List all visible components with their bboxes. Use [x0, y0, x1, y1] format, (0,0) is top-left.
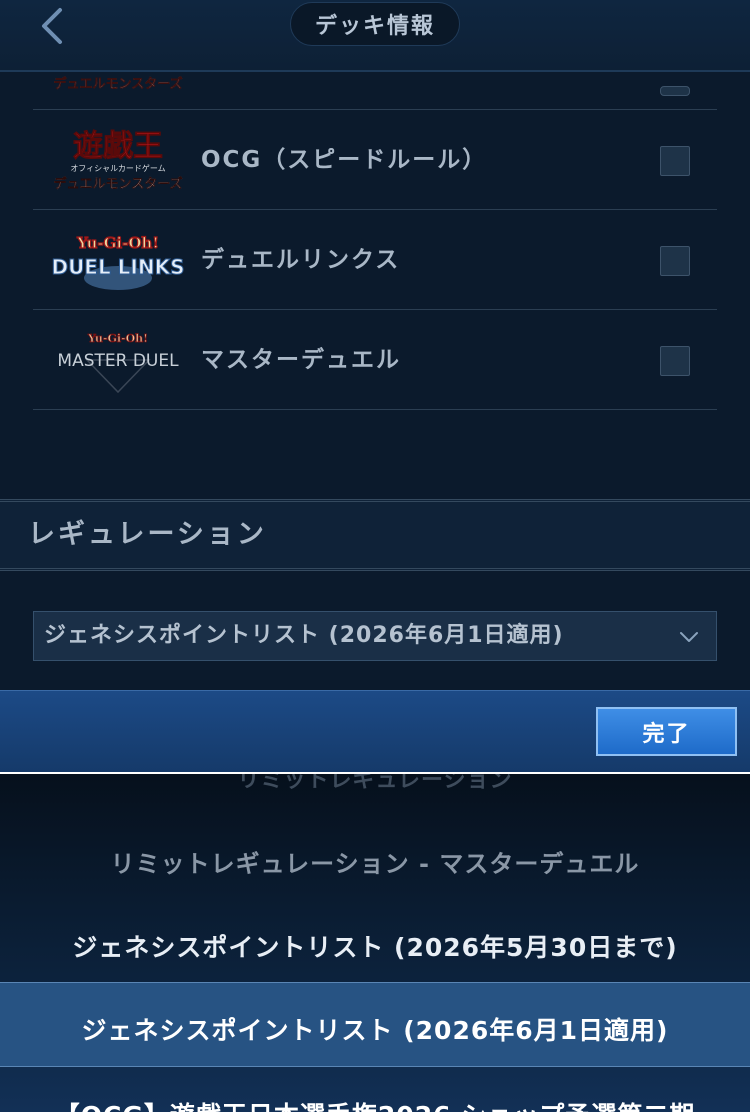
format-checkbox[interactable] — [660, 86, 690, 96]
done-button[interactable]: 完了 — [596, 707, 737, 756]
yugioh-ocg-logo: 遊戯王 オフィシャルカードゲーム デュエルモンスターズ — [53, 129, 182, 193]
format-checkbox[interactable] — [660, 246, 690, 276]
regulation-picker[interactable]: リミットレギュレーション リミットレギュレーション - マスターデュエル ジェネ… — [0, 772, 750, 1112]
chevron-down-icon — [680, 632, 698, 642]
format-row-master-duel[interactable]: Yu-Gi-Oh! MASTER DUEL マスターデュエル — [33, 310, 717, 410]
svg-text:オフィシャルカードゲーム: オフィシャルカードゲーム — [70, 163, 165, 173]
app-header: デッキ情報 — [0, 0, 750, 72]
picker-option-selected[interactable]: ジェネシスポイントリスト (2026年6月1日適用) — [0, 1011, 750, 1047]
format-label: OCG（スピードルール） — [201, 147, 488, 173]
picker-option[interactable]: 【OCG】遊戯王日本選手権2026 ショップ予選第二期 — [0, 1096, 750, 1112]
picker-toolbar: 完了 — [0, 690, 750, 772]
regulation-select[interactable]: ジェネシスポイントリスト (2026年6月1日適用) — [33, 611, 717, 661]
svg-text:デュエルモンスターズ: デュエルモンスターズ — [53, 176, 182, 192]
regulation-selected-value: ジェネシスポイントリスト (2026年6月1日適用) — [44, 623, 564, 648]
picker-option[interactable]: リミットレギュレーション — [0, 774, 750, 794]
duel-links-logo: Yu-Gi-Oh! DUEL LINKS — [51, 233, 185, 290]
format-checkbox[interactable] — [660, 346, 690, 376]
deck-info-content: デュエルモンスターズ 遊戯王 オフィシャルカードゲーム デュエルモンスターズ O… — [0, 72, 750, 690]
picker-option[interactable]: リミットレギュレーション - マスターデュエル — [0, 844, 750, 879]
chevron-left-icon — [42, 8, 62, 44]
svg-text:MASTER DUEL: MASTER DUEL — [57, 351, 179, 371]
svg-text:Yu-Gi-Oh!: Yu-Gi-Oh! — [87, 332, 148, 345]
regulation-section-header: レギュレーション — [0, 499, 750, 571]
format-list: デュエルモンスターズ 遊戯王 オフィシャルカードゲーム デュエルモンスターズ O… — [33, 72, 717, 410]
format-label: デュエルリンクス — [201, 247, 401, 273]
picker-option[interactable]: ジェネシスポイントリスト (2026年5月30日まで) — [0, 928, 750, 964]
page-title: デッキ情報 — [290, 2, 460, 46]
format-row-duel-links[interactable]: Yu-Gi-Oh! DUEL LINKS デュエルリンクス — [33, 210, 717, 310]
svg-text:Yu-Gi-Oh!: Yu-Gi-Oh! — [76, 234, 159, 252]
picker-selected-row[interactable]: ジェネシスポイントリスト (2026年6月1日適用) — [0, 982, 750, 1067]
back-button[interactable] — [34, 4, 74, 48]
yugioh-ocg-logo: デュエルモンスターズ — [53, 76, 183, 93]
format-row-ocg[interactable]: デュエルモンスターズ — [33, 72, 717, 110]
master-duel-logo: Yu-Gi-Oh! MASTER DUEL — [57, 332, 179, 394]
regulation-title: レギュレーション — [28, 519, 267, 550]
svg-text:遊戯王: 遊戯王 — [73, 129, 163, 164]
format-row-ocg-speed[interactable]: 遊戯王 オフィシャルカードゲーム デュエルモンスターズ OCG（スピードルール） — [33, 110, 717, 210]
svg-text:DUEL LINKS: DUEL LINKS — [51, 255, 184, 279]
format-label: マスターデュエル — [201, 347, 401, 373]
format-checkbox[interactable] — [660, 146, 690, 176]
svg-text:デュエルモンスターズ: デュエルモンスターズ — [53, 76, 182, 92]
